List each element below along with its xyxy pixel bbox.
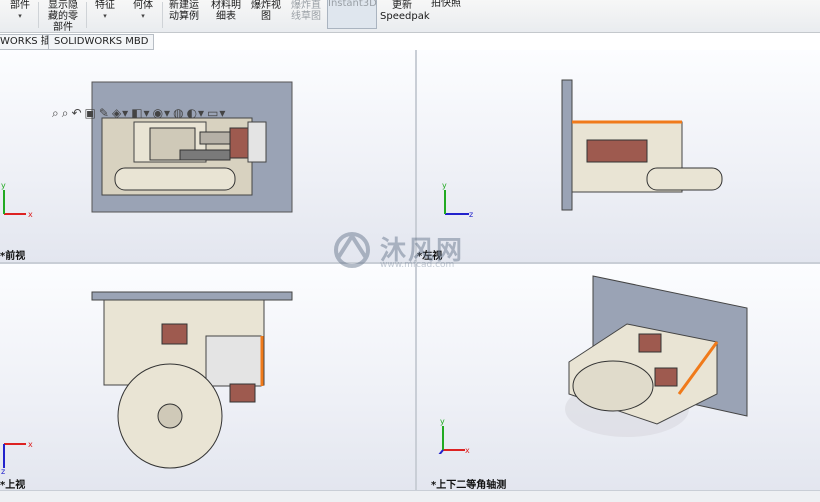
svg-text:x: x [465,446,470,454]
site-watermark: 沐风网 www.mfcad.com [330,228,500,272]
exploded-view-button[interactable]: 爆炸视 图 [248,0,284,30]
viewport-label-front: *前视 [0,251,26,262]
features-button[interactable]: 特征 ▾ [90,0,120,30]
viewport-label-top: *上视 [0,480,26,490]
svg-text:y: y [442,181,447,190]
svg-text:z: z [469,210,473,219]
status-bar [0,490,820,502]
hide-show-icon[interactable]: ◉▾ [153,106,172,120]
viewport-top[interactable]: xz *上视 [0,264,415,490]
previous-view-icon[interactable]: ↶ [71,106,82,120]
geometry-button[interactable]: 何体 ▾ [128,0,158,30]
watermark-url: www.mfcad.com [380,260,455,270]
svg-text:y: y [1,181,6,190]
zoom-area-icon[interactable]: ⌕ [62,106,70,120]
coordinate-triad-top: xz [1,440,33,474]
coordinate-triad-iso: xy [438,417,470,454]
command-ribbon: 部件 ▾ 显示隐 藏的零 部件 特征 ▾ 何体 ▾ 新建运 动算例 材料明 细表 爆炸… [0,0,820,33]
svg-text:x: x [28,210,33,219]
tab-mbd[interactable]: SOLIDWORKS MBD [48,34,155,50]
viewport-iso[interactable]: xy *上下二等角轴测 [417,264,820,490]
show-hidden-components-button[interactable]: 显示隐 藏的零 部件 [44,0,82,33]
watermark-logo-icon [334,232,370,268]
explode-line-sketch-button[interactable]: 爆炸直 线草图 [288,0,324,30]
display-style-icon[interactable]: ◧▾ [131,106,150,120]
instant3d-button[interactable]: Instant3D [327,0,377,29]
component-button[interactable]: 部件 ▾ [6,0,34,30]
view-orientation-icon[interactable]: ◈▾ [112,106,129,120]
viewport-label-iso: *上下二等角轴测 [431,480,507,490]
coordinate-triad: xy [1,181,33,219]
dynamic-annotation-icon[interactable]: ✎ [99,106,110,120]
edit-appearance-icon[interactable]: ◍ [173,106,184,120]
take-snapshot-button[interactable]: 拍快照 [430,0,462,30]
section-view-icon[interactable]: ▣ [85,106,97,120]
apply-scene-icon[interactable]: ◐▾ [187,106,206,120]
svg-text:x: x [28,440,33,449]
new-motion-study-button[interactable]: 新建运 动算例 [166,0,202,30]
command-manager-tabs: WORKS 插件 SOLIDWORKS MBD [0,33,820,50]
svg-text:z: z [1,467,5,474]
display-settings-icon[interactable]: ▭▾ [207,106,226,120]
top-view-model [91,291,293,469]
iso-view-model [565,275,748,437]
update-speedpak-button[interactable]: 更新 Speedpak [380,0,430,30]
heads-up-view-toolbar[interactable]: ⌕ ⌕ ↶ ▣ ✎ ◈▾ ◧▾ ◉▾ ◍ ◐▾ ▭▾ [52,106,228,120]
coordinate-triad-left: zy [442,181,473,219]
bill-of-materials-button[interactable]: 材料明 细表 [208,0,244,30]
zoom-to-fit-icon[interactable]: ⌕ [52,106,60,120]
svg-text:y: y [440,417,445,426]
